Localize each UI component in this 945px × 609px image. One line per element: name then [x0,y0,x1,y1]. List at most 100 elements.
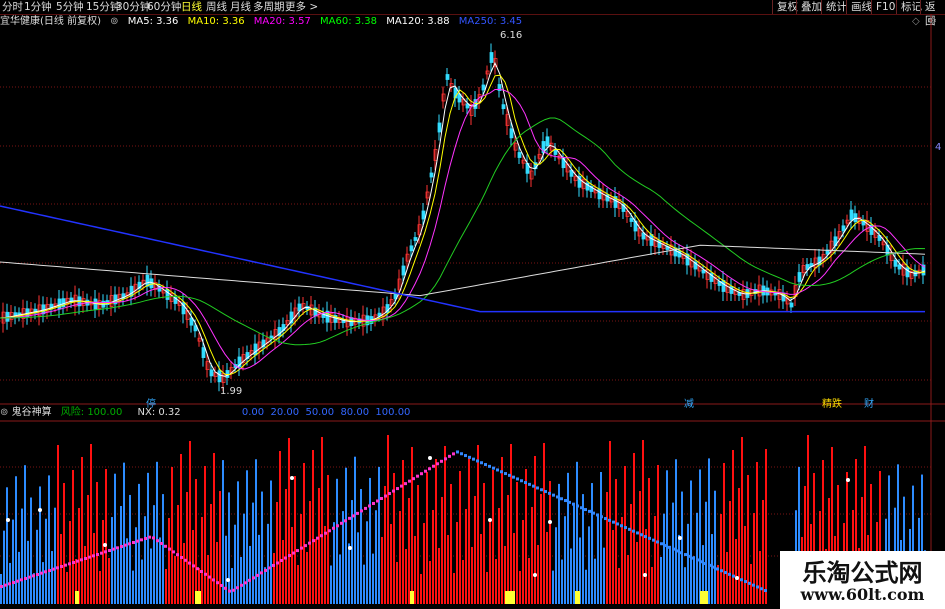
indicator-dot [688,554,691,558]
histogram-bar [690,480,692,604]
indicator-dot [724,571,727,575]
histogram-bar [42,562,44,604]
indicator-dot [696,558,699,562]
histogram-bar [558,483,560,604]
histogram-bar [426,472,428,604]
indicator-dot [88,555,91,559]
histogram-bar [339,554,341,604]
indicator-dot [220,584,223,587]
candle-body [209,369,214,377]
histogram-bar [18,551,20,604]
event-marker-halt[interactable]: 停 [146,395,156,410]
histogram-bar [432,510,434,604]
histogram-bar [489,521,491,604]
histogram-bar [744,526,746,604]
indicator-dot [392,489,395,493]
settings-icon[interactable]: ⊚ [0,407,8,418]
histogram-bar [756,462,758,604]
histogram-bar [276,502,278,604]
histogram-bar [576,461,578,604]
indicator-dot [408,479,411,483]
event-marker-finance[interactable]: 财 [864,395,874,410]
histogram-bar [717,565,719,604]
histogram-bar [570,548,572,604]
histogram-bar [306,552,308,604]
candle-body [437,122,442,133]
indicator-dot [444,457,447,461]
indicator-dot [692,556,695,560]
indicator-dot [4,583,7,587]
histogram-bar [537,545,539,604]
histogram-bar [522,520,524,604]
histogram-bar [114,473,116,604]
histogram-bar [501,457,503,604]
indicator-dot [348,516,351,520]
histogram-bar [462,560,464,604]
histogram-bar [138,483,140,604]
histogram-bar [759,551,761,604]
histogram-bar [39,486,41,604]
histogram-bar [357,532,359,604]
event-marker-fine-drop[interactable]: 精跌 [822,395,842,410]
indicator-dot [112,547,115,551]
histogram-bar [45,518,47,604]
indicator-dot [744,580,747,584]
indicator-dot [244,581,247,585]
histogram-bar [672,502,674,604]
indicator-dot [356,511,359,515]
gear-icon[interactable]: ⚙ [928,16,937,27]
candle-body [413,237,418,241]
indicator-dot [268,566,271,570]
low-price-label: 1.99 [220,386,243,397]
indicator-dot [48,569,51,572]
kline-chart[interactable] [0,0,945,609]
ma20-value: MA20: 3.57 [253,16,311,27]
signal-block [410,591,414,604]
histogram-bar [171,467,173,604]
histogram-bar [174,556,176,604]
histogram-bar [753,513,755,604]
histogram-bar [660,557,662,604]
indicator-dot [252,576,255,580]
histogram-bar [195,479,197,604]
histogram-bar [93,533,95,604]
indicator-dot [64,563,67,567]
histogram-bar [414,536,416,604]
histogram-bar [63,483,65,604]
signal-point [533,573,537,577]
indicator-dot [0,585,3,588]
histogram-bar [342,511,344,604]
histogram-bar [135,527,137,604]
indicator-dot [376,499,379,503]
indicator-dot [604,517,607,521]
indicator-dot [172,550,175,554]
signal-point [846,478,850,482]
histogram-bar [303,463,305,604]
histogram-bar [345,467,347,604]
histogram-bar [654,516,656,604]
histogram-bar [240,557,242,604]
histogram-bar [678,534,680,604]
indicator-dot [528,482,531,486]
indicator-dot [140,538,143,542]
histogram-bar [81,457,83,604]
indicator-dot [152,536,155,540]
histogram-bar [48,475,50,604]
settings-icon[interactable]: ⊚ [110,16,118,27]
stock-title: 宜华健康(日线 前复权) [0,16,101,27]
indicator-dot [368,504,371,508]
indicator-dot [520,479,523,483]
histogram-bar [219,491,221,604]
indicator-dot [400,484,403,488]
indicator-dot [592,511,595,515]
indicator-dot [712,565,715,569]
indicator-dot [344,519,347,523]
histogram-bar [186,492,188,604]
histogram-bar [78,508,80,604]
histogram-bar [651,567,653,604]
indicator-dot [180,556,183,559]
diamond-icon[interactable]: ◇ [912,16,920,27]
histogram-bar [621,517,623,604]
event-marker-reduce[interactable]: 减 [684,395,694,410]
histogram-bar [642,440,644,604]
